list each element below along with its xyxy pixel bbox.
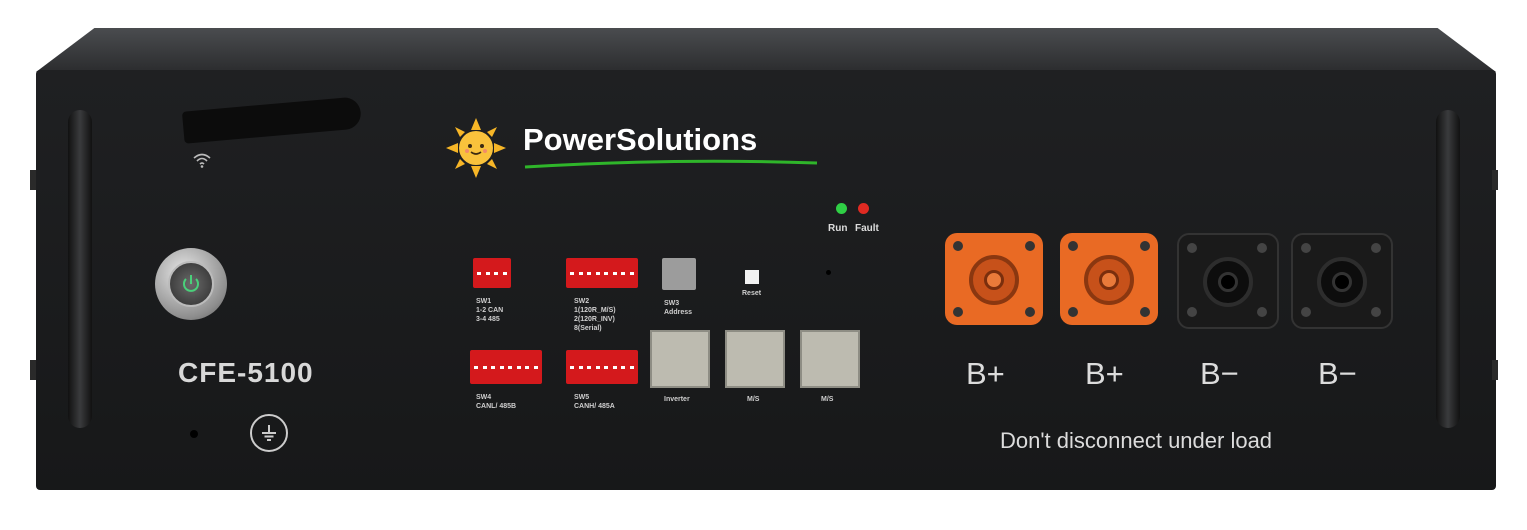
model-number: CFE-5100: [178, 357, 314, 388]
side-tab: [30, 360, 36, 380]
reset-button[interactable]: [745, 270, 759, 284]
ms-port[interactable]: [725, 330, 785, 388]
ms-port-label: M/S: [821, 396, 834, 403]
terminal-label: B+: [1085, 356, 1124, 391]
fault-label: Fault: [855, 223, 879, 234]
power-icon: [168, 261, 214, 307]
address-rotary-switch[interactable]: [662, 258, 696, 290]
left-handle[interactable]: [68, 110, 92, 428]
brand-underline: [524, 159, 818, 169]
chassis-top: [36, 28, 1496, 72]
terminal-label: B+: [966, 356, 1005, 391]
sw5-label: SW5 CANH/ 485A: [574, 394, 615, 410]
terminal-label: B−: [1200, 356, 1239, 391]
positive-terminal[interactable]: [945, 233, 1043, 325]
inverter-port-label: Inverter: [664, 396, 690, 403]
sw3-label: SW3 Address: [664, 300, 693, 316]
side-tab: [1492, 170, 1498, 190]
ground-icon: [250, 414, 288, 452]
warning-text: Don't disconnect under load: [1000, 428, 1273, 453]
ms-port[interactable]: [800, 330, 860, 388]
brand-name: PowerSolutions: [523, 122, 758, 157]
sw1-label: SW1 1-2 CAN 3-4 485: [476, 298, 504, 323]
run-led: [836, 203, 847, 214]
sw4-label: SW4 CANL/ 485B: [476, 394, 517, 410]
sun-logo-icon: [446, 118, 506, 178]
terminal-label: B−: [1318, 356, 1357, 391]
indicator-hole: [190, 430, 198, 438]
ms-port-label: M/S: [747, 396, 760, 403]
right-handle[interactable]: [1436, 110, 1460, 428]
wifi-icon: [192, 152, 212, 173]
dip-switch-sw1[interactable]: [473, 258, 511, 288]
side-tab: [1492, 360, 1498, 380]
side-tab: [30, 170, 36, 190]
dip-switch-sw5[interactable]: [566, 350, 638, 384]
dip-switch-sw4[interactable]: [470, 350, 542, 384]
positive-terminal[interactable]: [1060, 233, 1158, 325]
sw2-label: SW2 1(120R_M/S) 2(120R_INV) 8(Serial): [574, 298, 616, 332]
dip-switch-sw2[interactable]: [566, 258, 638, 288]
fault-led: [858, 203, 869, 214]
power-button[interactable]: [155, 248, 227, 320]
inverter-port[interactable]: [650, 330, 710, 388]
reset-label: Reset: [742, 290, 762, 297]
negative-terminal[interactable]: [1291, 233, 1393, 329]
run-label: Run: [828, 223, 848, 234]
pinhole: [826, 270, 831, 275]
negative-terminal[interactable]: [1177, 233, 1279, 329]
